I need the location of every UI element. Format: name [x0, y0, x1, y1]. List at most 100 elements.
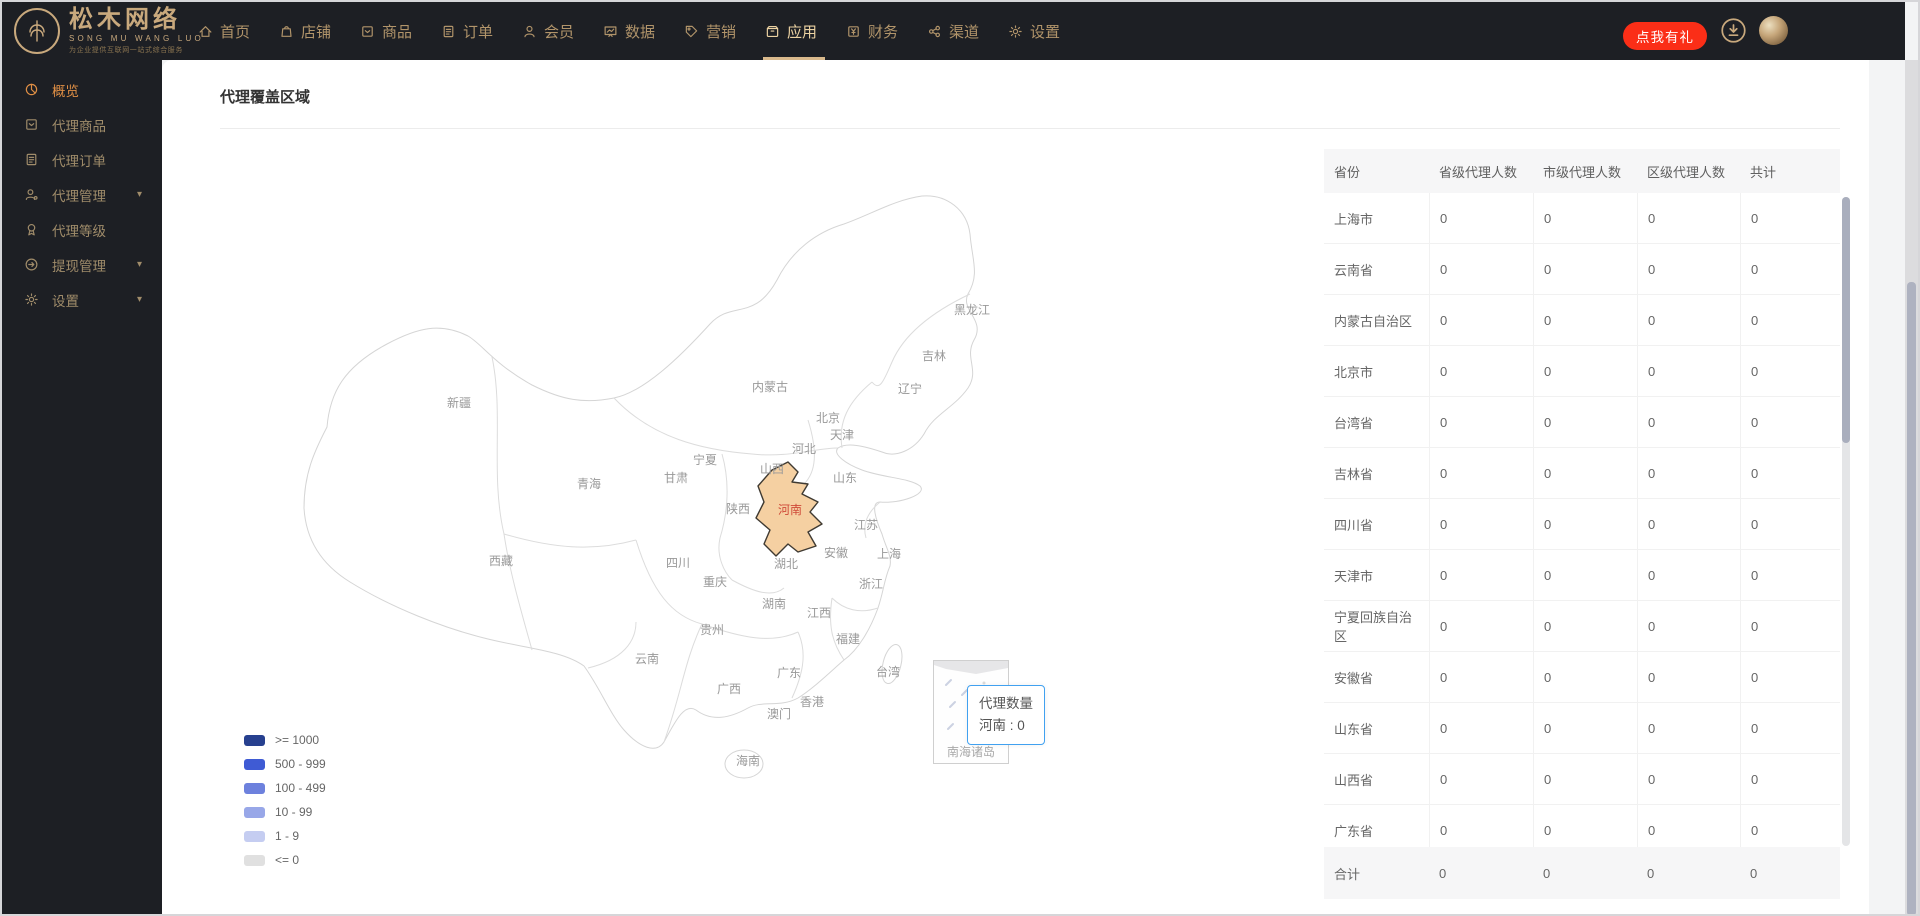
table-scrollbar-thumb[interactable] [1842, 197, 1850, 443]
province-label-香港[interactable]: 香港 [800, 695, 824, 709]
province-label-福建[interactable]: 福建 [836, 631, 860, 646]
nav-item-label: 订单 [463, 23, 494, 41]
page-scrollbar-thumb[interactable] [1907, 282, 1916, 914]
map-legend: >= 1000 500 - 999 100 - 499 10 - 99 1 - 9 <= … [244, 728, 326, 872]
sidebar-item-6[interactable]: 提现管理 ▾ [2, 247, 162, 282]
settings-icon [1009, 24, 1022, 38]
province-label-贵州[interactable]: 贵州 [700, 623, 724, 637]
legend-swatch [244, 806, 265, 818]
province-label-重庆[interactable]: 重庆 [703, 575, 727, 589]
nav-item-11[interactable]: 设置 [1008, 2, 1070, 60]
column-header: 省级代理人数 [1439, 164, 1518, 180]
sidebar-item-4[interactable]: 代理管理 ▾ [2, 177, 162, 212]
table-cell: 0 [1637, 499, 1740, 550]
table-cell: 0 [1637, 346, 1740, 397]
province-label-河南[interactable]: 河南 [778, 502, 802, 517]
province-label-云南[interactable]: 云南 [635, 651, 659, 666]
province-label-吉林[interactable]: 吉林 [922, 349, 946, 363]
table-cell: 0 [1429, 193, 1533, 244]
brand-logo-icon [14, 8, 60, 54]
taiwan-island[interactable] [878, 642, 905, 685]
nav-item-2[interactable]: 店铺 [279, 2, 341, 60]
province-label-江苏[interactable]: 江苏 [854, 518, 878, 532]
province-label-新疆[interactable]: 新疆 [447, 395, 471, 410]
province-label-河北[interactable]: 河北 [792, 442, 816, 456]
province-label-北京[interactable]: 北京 [816, 411, 840, 425]
avatar[interactable] [1759, 16, 1788, 45]
province-label-湖南[interactable]: 湖南 [762, 596, 786, 611]
province-label-甘肃[interactable]: 甘肃 [664, 471, 688, 485]
province-label-宁夏[interactable]: 宁夏 [693, 452, 717, 467]
table-cell: 0 [1637, 805, 1740, 847]
province-label-江西[interactable]: 江西 [807, 606, 831, 620]
province-label-广西[interactable]: 广西 [717, 682, 741, 696]
sidebar-item-5[interactable]: 代理等级 [2, 212, 162, 247]
sidebar-item-2[interactable]: 代理商品 [2, 107, 162, 142]
province-label-山西[interactable]: 山西 [760, 462, 784, 476]
gift-button[interactable]: 点我有礼 [1623, 22, 1707, 50]
table-cell: 0 [1637, 550, 1740, 601]
province-label-海南[interactable]: 海南 [736, 753, 760, 768]
nav-item-8[interactable]: 应用 [763, 2, 827, 60]
tooltip-title: 代理数量 [979, 696, 1033, 711]
province-label-西藏[interactable]: 西藏 [489, 554, 513, 568]
table-cell: 广东省 [1324, 805, 1429, 847]
province-label-广东[interactable]: 广东 [777, 666, 801, 680]
table-cell: 吉林省 [1324, 448, 1429, 499]
province-label-黑龙江[interactable]: 黑龙江 [954, 303, 990, 317]
legend-swatch [244, 782, 265, 794]
sidebar-item-1[interactable]: 概览 [2, 72, 162, 107]
table-cell: 0 [1637, 703, 1740, 754]
nav-item-10[interactable]: 渠道 [927, 2, 989, 60]
page-scrollbar[interactable] [1905, 60, 1918, 914]
table-cell: 0 [1637, 244, 1740, 295]
province-label-浙江[interactable]: 浙江 [859, 577, 883, 591]
table-cell: 0 [1533, 346, 1637, 397]
province-label-上海[interactable]: 上海 [877, 546, 901, 561]
table-cell: 0 [1533, 397, 1637, 448]
table-cell: 内蒙古自治区 [1324, 295, 1429, 346]
sidebar-item-3[interactable]: 代理订单 [2, 142, 162, 177]
nav-item-1[interactable]: 首页 [198, 2, 260, 60]
province-label-澳门[interactable]: 澳门 [767, 706, 791, 721]
sidebar-item-7[interactable]: 设置 ▾ [2, 282, 162, 317]
table-footer-row: 合计 0 0 0 0 [1324, 847, 1840, 899]
table-cell: 0 [1533, 244, 1637, 295]
top-navbar: 松木网络 SONG MU WANG LUO 为企业提供互联网一站式综合服务 首页… [2, 2, 1905, 60]
province-label-台湾[interactable]: 台湾 [876, 664, 900, 679]
brand-subtitle: SONG MU WANG LUO [69, 34, 204, 43]
table-cell: 0 [1533, 754, 1637, 805]
withdraw-icon [25, 258, 38, 271]
nav-item-7[interactable]: 营销 [684, 2, 746, 60]
table-row: 云南省 0 0 0 0 [1324, 244, 1840, 295]
table-cell: 0 [1740, 652, 1840, 703]
table-cell: 0 [1637, 652, 1740, 703]
province-label-安徽[interactable]: 安徽 [824, 545, 848, 560]
table-cell: 0 [1429, 805, 1533, 847]
column-header: 省份 [1334, 164, 1361, 180]
province-label-天津[interactable]: 天津 [830, 428, 854, 442]
province-label-青海[interactable]: 青海 [577, 476, 601, 491]
nav-item-4[interactable]: 订单 [441, 2, 503, 60]
table-row: 天津市 0 0 0 0 [1324, 550, 1840, 601]
province-label-湖北[interactable]: 湖北 [774, 556, 798, 571]
table-scrollbar[interactable] [1842, 197, 1850, 846]
home-icon [199, 25, 212, 37]
sidebar-item-label: 代理订单 [52, 153, 106, 169]
nav-item-3[interactable]: 商品 [360, 2, 422, 60]
table-row: 吉林省 0 0 0 0 [1324, 448, 1840, 499]
table-cell: 0 [1429, 346, 1533, 397]
shop-icon [281, 25, 292, 37]
download-icon[interactable] [1721, 18, 1746, 43]
province-label-山东[interactable]: 山东 [833, 471, 857, 485]
nav-item-5[interactable]: 会员 [522, 2, 584, 60]
nav-item-6[interactable]: 数据 [603, 2, 665, 60]
legend-item: 100 - 499 [244, 776, 326, 800]
province-label-陕西[interactable]: 陕西 [726, 501, 750, 516]
province-label-四川[interactable]: 四川 [666, 556, 690, 570]
province-label-辽宁[interactable]: 辽宁 [898, 381, 922, 396]
province-label-内蒙古[interactable]: 内蒙古 [752, 379, 788, 394]
legend-label: <= 0 [275, 853, 300, 867]
nav-item-9[interactable]: 财务 [846, 2, 908, 60]
table-cell: 0 [1533, 499, 1637, 550]
